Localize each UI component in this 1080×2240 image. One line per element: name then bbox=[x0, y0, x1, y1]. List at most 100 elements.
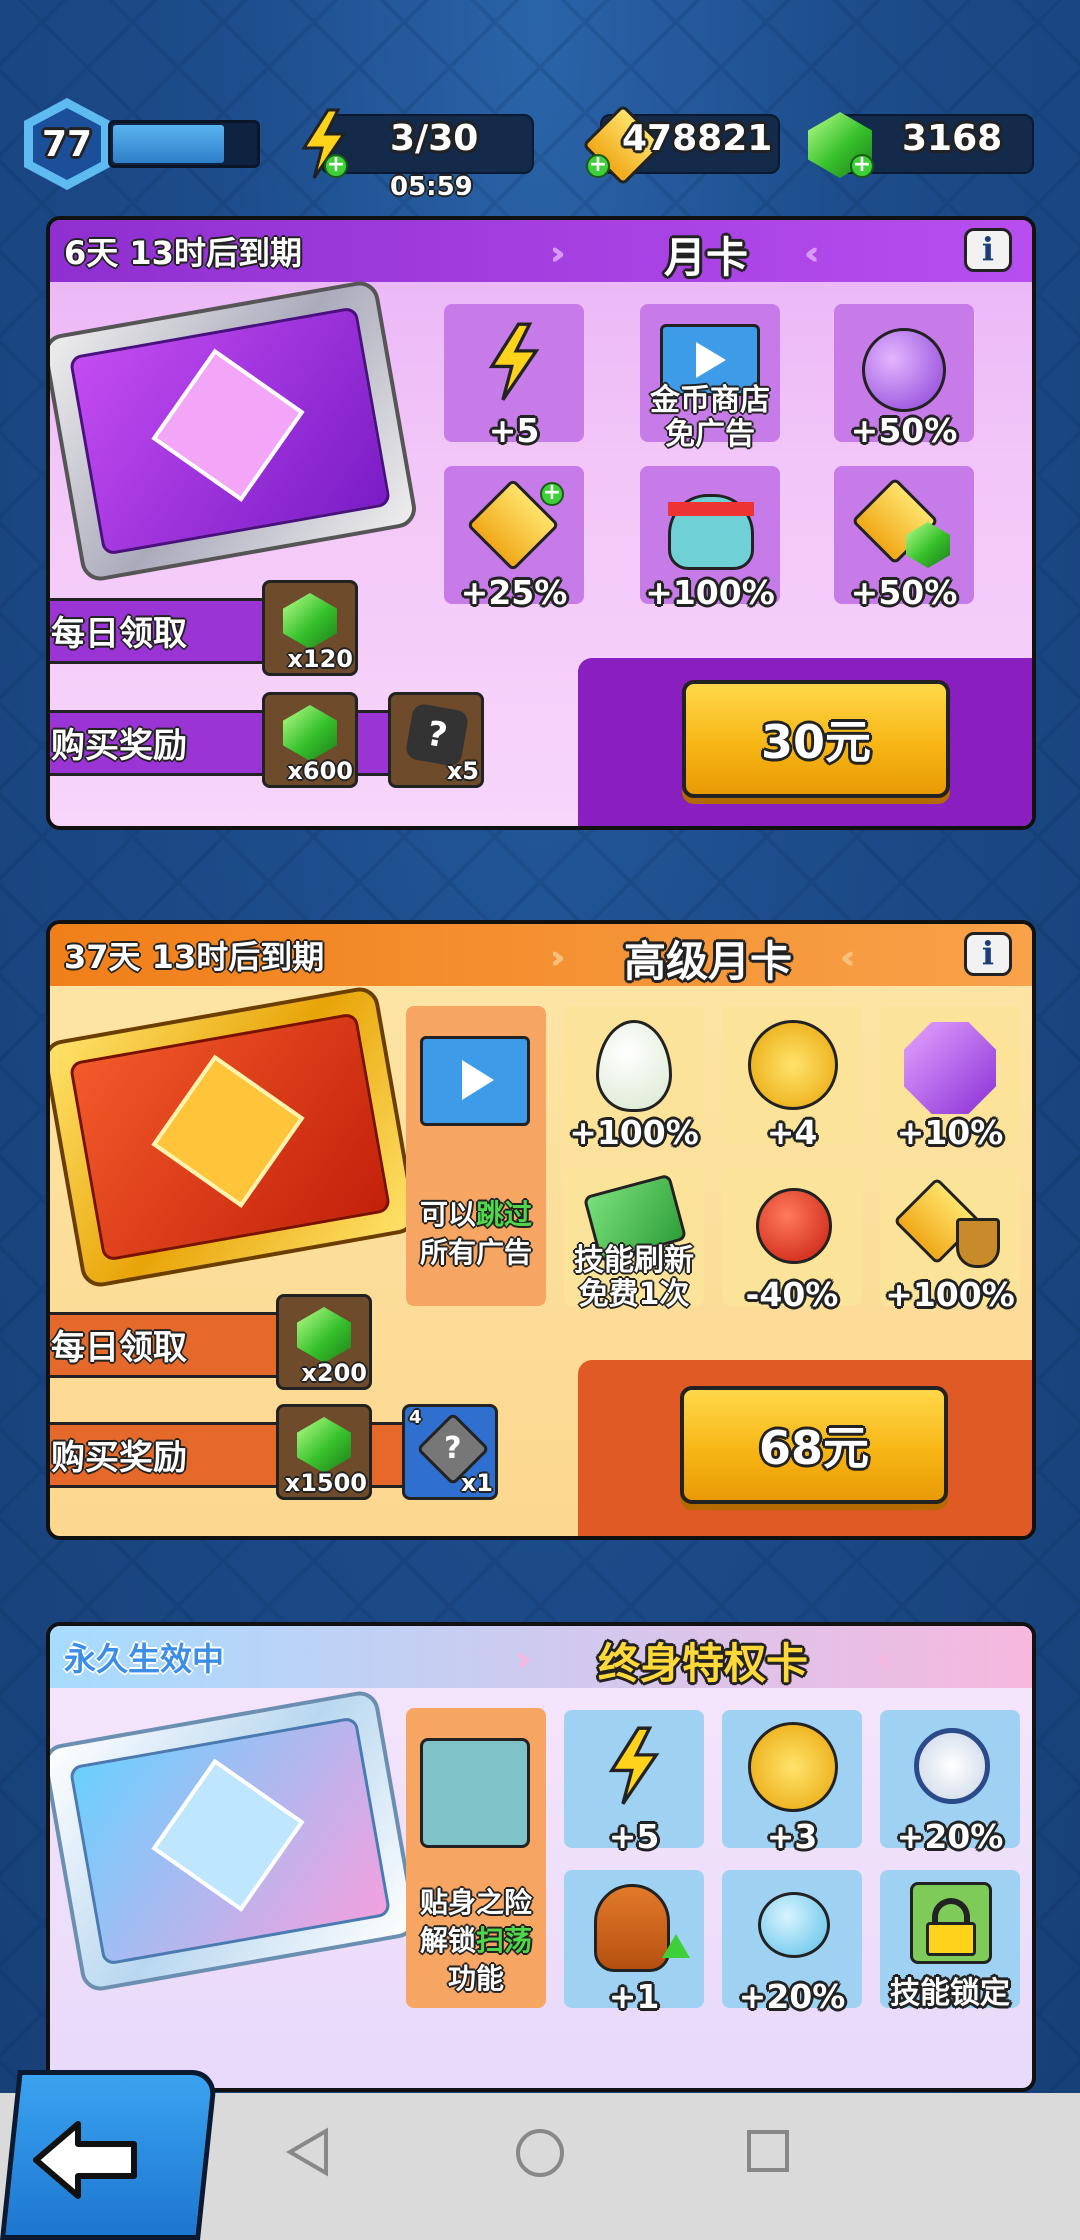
add-coins-icon[interactable]: + bbox=[586, 154, 610, 178]
perk-label: +4 bbox=[766, 1113, 818, 1152]
perk-coin-shop-no-ads: 金币商店 免广告 bbox=[640, 304, 780, 452]
perk-label: +100% bbox=[645, 573, 775, 612]
perk-coin-gem: +50% bbox=[834, 466, 974, 612]
reward-level-badge: 4 bbox=[409, 1407, 422, 1428]
demon-icon bbox=[756, 1188, 832, 1264]
reward-count: x120 bbox=[287, 645, 353, 673]
monthly-info-button[interactable]: i bbox=[964, 228, 1012, 272]
egg-icon bbox=[596, 1020, 672, 1112]
angel-pet-icon bbox=[758, 1892, 830, 1958]
daily-gem-reward[interactable]: x120 bbox=[262, 580, 358, 676]
play-icon bbox=[696, 342, 726, 378]
reward-count: x5 bbox=[446, 757, 479, 785]
energy-timer: 05:59 bbox=[390, 172, 473, 202]
lifetime-card: 永久生效中 ››› 终身特权卡 ‹‹‹ 贴身之险 解锁扫荡 功能 +5 +3 +20… bbox=[46, 1622, 1036, 2092]
perk-demon: -40% bbox=[722, 1168, 862, 1314]
energy-icon bbox=[488, 322, 540, 401]
xp-bar bbox=[108, 120, 260, 168]
gem-icon bbox=[297, 1417, 351, 1473]
arrow-up-icon bbox=[662, 1934, 690, 1958]
perk-pet: +100% bbox=[640, 466, 780, 612]
perk-energy: +5 bbox=[564, 1710, 704, 1856]
perk-energy: +5 bbox=[444, 304, 584, 450]
perk-label: +20% bbox=[738, 1977, 846, 2016]
perk-egg: +100% bbox=[564, 1006, 704, 1152]
perk-label: +25% bbox=[460, 573, 568, 612]
perk-label: +20% bbox=[896, 1817, 1004, 1856]
chevrons-left: ››› bbox=[516, 1640, 530, 1678]
monthly-card: 6天 13时后到期 ››› 月卡 ‹‹‹ i +5 金币商店 免广告 +50% … bbox=[46, 216, 1036, 830]
perk-purple-gem: +10% bbox=[880, 1006, 1020, 1152]
perk-angel-pet: +20% bbox=[722, 1870, 862, 2016]
shield-icon bbox=[956, 1218, 1000, 1268]
perk-label: -40% bbox=[745, 1275, 839, 1314]
purchase-gem-reward[interactable]: x600 bbox=[262, 692, 358, 788]
lifetime-card-art bbox=[50, 1688, 420, 1994]
perk-label: 金币商店 免广告 bbox=[650, 383, 770, 452]
plus-icon: + bbox=[540, 482, 564, 506]
perk-hero: +1 bbox=[564, 1870, 704, 2016]
perk-sword-medal: +4 bbox=[722, 1006, 862, 1152]
nav-home-icon[interactable] bbox=[514, 2127, 566, 2179]
chevrons-right: ‹‹‹ bbox=[876, 1640, 890, 1678]
adventure-icon bbox=[420, 1738, 530, 1848]
monthly-card-art bbox=[50, 278, 420, 584]
perk-potion: +50% bbox=[834, 304, 974, 450]
daily-gem-reward[interactable]: x200 bbox=[276, 1294, 372, 1390]
gem-icon bbox=[297, 1307, 351, 1363]
lifetime-title: 终身特权卡 bbox=[598, 1639, 809, 1688]
monthly-expire: 6天 13时后到期 bbox=[64, 234, 302, 272]
lifetime-status: 永久生效中 bbox=[64, 1640, 225, 1678]
sweep-unlock-text: 贴身之险 解锁扫荡 功能 bbox=[419, 1886, 533, 1995]
reward-count: x600 bbox=[287, 757, 353, 785]
perk-label: +3 bbox=[766, 1817, 818, 1856]
premium-title: 高级月卡 bbox=[624, 937, 793, 986]
perk-label: +10% bbox=[896, 1113, 1004, 1152]
chevrons-left: ››› bbox=[550, 234, 564, 272]
perk-label: +5 bbox=[488, 411, 540, 450]
nav-recents-icon[interactable] bbox=[746, 2129, 790, 2173]
perk-label: +100% bbox=[885, 1275, 1015, 1314]
add-gems-icon[interactable]: + bbox=[850, 154, 874, 178]
skip-ads-text: 可以跳过 所有广告 bbox=[419, 1198, 533, 1269]
chevrons-left: ››› bbox=[550, 938, 564, 976]
monthly-buy-button[interactable]: 30元 bbox=[682, 680, 950, 798]
perk-label: +50% bbox=[850, 411, 958, 450]
premium-expire: 37天 13时后到期 bbox=[64, 938, 325, 976]
perk-label: +1 bbox=[608, 1977, 660, 2016]
perk-coin-shield: +100% bbox=[880, 1168, 1020, 1314]
hooded-hero-icon bbox=[594, 1884, 670, 1972]
perk-stopwatch: +20% bbox=[880, 1710, 1020, 1856]
energy-icon bbox=[608, 1726, 660, 1805]
perk-coin-bonus: + +25% bbox=[444, 466, 584, 612]
gem-icon bbox=[283, 705, 337, 761]
purple-gem-icon bbox=[904, 1022, 996, 1114]
sword-medal-icon bbox=[748, 1722, 838, 1812]
purchase-mystery-reward[interactable]: ? x5 bbox=[388, 692, 484, 788]
chevrons-right: ‹‹‹ bbox=[804, 234, 818, 272]
gems-count: 3168 bbox=[902, 118, 1003, 159]
premium-card: 37天 13时后到期 ››› 高级月卡 ‹‹‹ i 可以跳过 所有广告 +100%… bbox=[46, 920, 1036, 1540]
premium-skip-ads-panel: 可以跳过 所有广告 bbox=[406, 1006, 546, 1306]
perk-sword-medal: +3 bbox=[722, 1710, 862, 1856]
purchase-gem-reward[interactable]: x1500 bbox=[276, 1404, 372, 1500]
play-icon bbox=[462, 1060, 494, 1100]
lifetime-sweep-panel: 贴身之险 解锁扫荡 功能 bbox=[406, 1708, 546, 2008]
perk-skill-refresh: 技能刷新 免费1次 bbox=[564, 1168, 704, 1312]
premium-info-button[interactable]: i bbox=[964, 932, 1012, 976]
perk-label: +100% bbox=[569, 1113, 699, 1152]
perk-label: 技能刷新 免费1次 bbox=[574, 1243, 694, 1312]
purchase-reward-label: 购买奖励 bbox=[50, 1422, 450, 1488]
purchase-mystery-reward[interactable]: 4 ? x1 bbox=[402, 1404, 498, 1500]
reward-count: x1500 bbox=[284, 1469, 367, 1497]
nav-back-icon[interactable] bbox=[286, 2127, 330, 2177]
premium-buy-button[interactable]: 68元 bbox=[680, 1386, 948, 1504]
reward-count: x1 bbox=[460, 1469, 493, 1497]
reward-count: x200 bbox=[301, 1359, 367, 1387]
add-energy-icon[interactable]: + bbox=[324, 154, 348, 178]
premium-card-header: 37天 13时后到期 ››› 高级月卡 ‹‹‹ i bbox=[50, 924, 1032, 986]
perk-skill-lock: 技能锁定 bbox=[880, 1870, 1020, 2011]
lifetime-card-header: 永久生效中 ››› 终身特权卡 ‹‹‹ bbox=[50, 1626, 1032, 1688]
stopwatch-icon bbox=[914, 1728, 990, 1804]
perk-label: +5 bbox=[608, 1817, 660, 1856]
